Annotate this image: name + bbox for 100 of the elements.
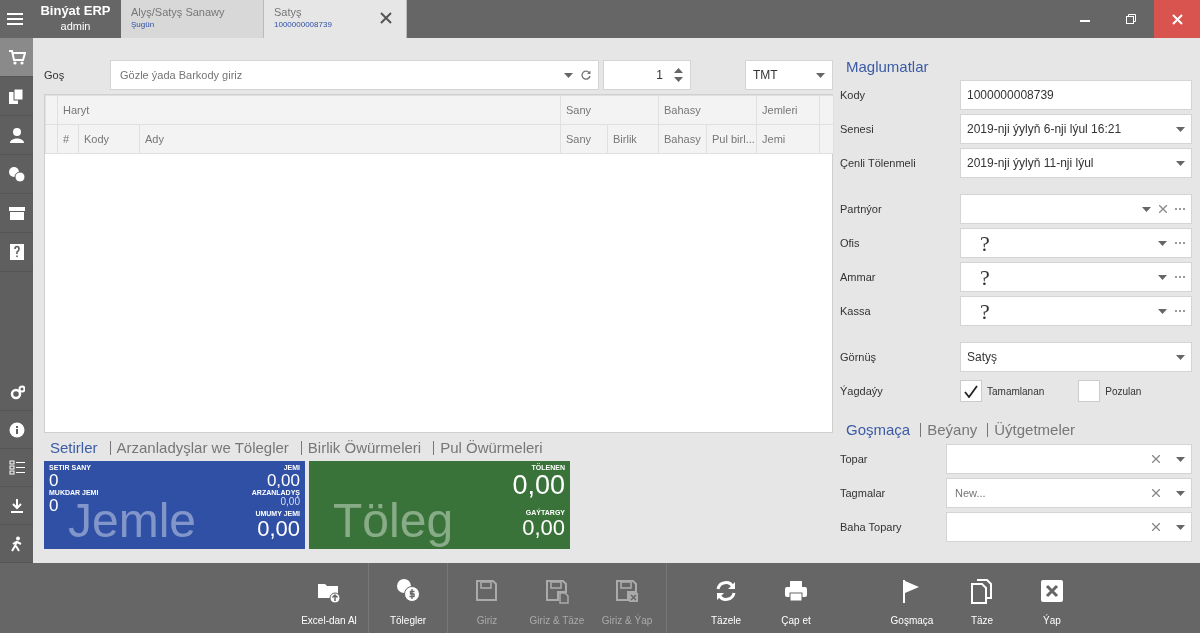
stat-value: 0 <box>49 472 60 489</box>
dropdown-caret-icon[interactable] <box>1176 456 1185 462</box>
card-watermark: Jemle <box>68 495 197 547</box>
stat-value: 0,00 <box>280 497 300 507</box>
dropdown-caret-icon[interactable] <box>1176 160 1185 166</box>
column-group-header: Bahasy <box>658 95 757 125</box>
select-field[interactable]: New... <box>946 478 1192 508</box>
column-header[interactable]: Kody <box>78 124 140 154</box>
search-input[interactable]: Gözle ýada Barkody giriz <box>118 65 556 85</box>
lookup-field[interactable]: ? <box>960 262 1192 292</box>
clear-icon[interactable] <box>1152 455 1160 463</box>
clear-icon[interactable] <box>1152 523 1160 531</box>
documents-icon <box>7 87 26 105</box>
help-book-icon <box>7 243 26 261</box>
clear-icon[interactable] <box>1159 205 1167 213</box>
checkbox[interactable] <box>960 380 982 402</box>
field-label: Ofis <box>840 235 861 251</box>
field-label: Topar <box>840 451 869 467</box>
field-label: Kassa <box>840 303 872 319</box>
search-field[interactable]: Gözle ýada Barkody giriz <box>110 60 599 90</box>
app-name: Binýat ERP <box>39 3 112 19</box>
column-group-header: Jemleri <box>756 95 820 125</box>
lookup-field[interactable]: ? <box>960 296 1192 326</box>
field-label: Senesi <box>840 121 875 137</box>
user-name: admin <box>59 19 92 35</box>
section-title: Maglumatlar <box>845 57 930 77</box>
toolbar-button[interactable]: Çap et <box>761 563 831 633</box>
dropdown-caret-icon[interactable] <box>1176 524 1185 530</box>
column-header[interactable]: Jemi <box>756 124 820 154</box>
field-label: Çenli Tölenmeli <box>840 155 917 171</box>
dropdown-caret-icon[interactable] <box>564 72 573 78</box>
printer-icon <box>783 578 809 604</box>
toolbar-button[interactable]: Goşmaça <box>877 563 947 633</box>
menu-icon[interactable] <box>7 12 23 26</box>
column-header[interactable]: Ady <box>139 124 561 154</box>
stat-value: 0,00 <box>512 472 565 499</box>
lookup-field[interactable]: ? <box>960 228 1192 258</box>
dropdown-caret-icon[interactable] <box>1158 274 1167 280</box>
info-icon <box>8 421 25 438</box>
dropdown-caret-icon[interactable] <box>1142 206 1151 212</box>
user-icon <box>7 126 26 144</box>
toolbar-button[interactable]: Excel-dan Al <box>294 563 364 633</box>
field-label: Partnýor <box>840 201 883 217</box>
summary-tab[interactable]: Pul Öwürmeleri <box>433 441 549 455</box>
select-field[interactable]: Satyş <box>960 342 1192 372</box>
stat-value: 0 <box>49 497 60 514</box>
column-group-header: Haryt <box>57 95 561 125</box>
toolbar-button[interactable]: Täze <box>947 563 1017 633</box>
tab-subtitle: Şugün <box>131 19 156 31</box>
summary-tab[interactable]: Birlik Öwürmeleri <box>300 441 428 455</box>
currency-select[interactable]: TMT <box>745 60 833 90</box>
field-label: Tagmalar <box>840 485 887 501</box>
document-tab[interactable]: Alyş/Satyş Sanawy Şugün <box>121 0 264 38</box>
clear-icon[interactable] <box>1152 489 1160 497</box>
coins-icon <box>395 578 421 604</box>
checkbox[interactable] <box>1078 380 1101 402</box>
floppy-disk-document-icon <box>544 578 570 604</box>
stat-value: 0,00 <box>257 518 300 540</box>
entry-label: Goş <box>44 67 66 83</box>
dropdown-caret-icon[interactable] <box>1176 490 1185 496</box>
close-icon[interactable] <box>380 12 392 24</box>
summary-tab[interactable]: Arzanladyşlar we Tölegler <box>109 441 295 455</box>
document-tab[interactable]: Satyş 1000000008739 <box>264 0 407 38</box>
summary-tab[interactable]: Setirler <box>44 441 104 455</box>
floppy-disk-close-icon <box>614 578 640 604</box>
section-tab[interactable]: Üýtgetmeler <box>987 423 1082 437</box>
check-icon <box>964 384 978 398</box>
tab-title: Satyş <box>274 6 303 19</box>
toolbar-button[interactable]: Täzele <box>691 563 761 633</box>
toolbar-button[interactable]: Ýap <box>1017 563 1087 633</box>
lookup-field[interactable] <box>960 194 1192 224</box>
cart-icon <box>7 48 26 66</box>
close-icon <box>1039 578 1065 604</box>
sidebar-item[interactable] <box>0 38 33 77</box>
restore-icon[interactable] <box>1126 14 1136 24</box>
select-field[interactable] <box>946 512 1192 542</box>
quantity-field[interactable]: 1 <box>603 60 691 90</box>
spinner-arrows-icon[interactable] <box>674 67 683 83</box>
dropdown-caret-icon[interactable] <box>1158 308 1167 314</box>
field-label: Baha Topary <box>840 519 903 535</box>
select-field[interactable] <box>946 444 1192 474</box>
select-field[interactable]: 2019-nji ýylyň 11-nji lýul <box>960 148 1192 178</box>
section-tab[interactable]: Goşmaça <box>840 423 917 437</box>
dropdown-caret-icon[interactable] <box>1158 240 1167 246</box>
input-field[interactable]: 1000000008739 <box>960 80 1192 110</box>
checkbox-label[interactable]: Pozulan <box>1105 383 1142 399</box>
download-icon <box>8 497 25 514</box>
tab-subtitle: 1000000008739 <box>274 19 332 31</box>
refresh-icon[interactable] <box>581 70 591 80</box>
section-tab[interactable]: Beýany <box>920 423 984 437</box>
field-label: Kody <box>840 87 867 103</box>
dropdown-caret-icon[interactable] <box>1176 354 1185 360</box>
select-field[interactable]: 2019-nji ýylyň 6-nji lýul 16:21 <box>960 114 1192 144</box>
card-watermark: Töleg <box>333 495 454 547</box>
coins-icon <box>7 165 26 183</box>
gears-icon <box>8 383 25 400</box>
copy-icon <box>969 578 995 604</box>
checkbox-label[interactable]: Tamamlanan <box>987 383 1045 399</box>
dropdown-caret-icon[interactable] <box>1176 126 1185 132</box>
toolbar-button[interactable]: Tölegler <box>373 563 443 633</box>
